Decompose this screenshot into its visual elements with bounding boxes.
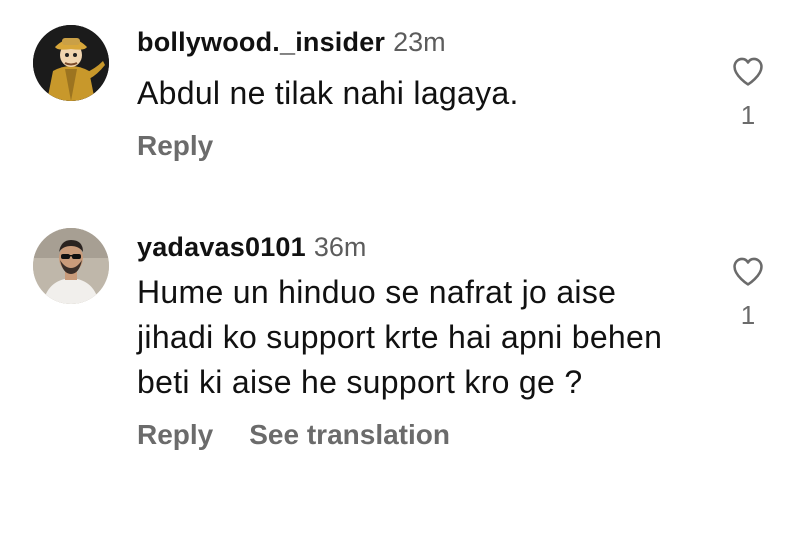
timestamp: 36m <box>313 232 367 262</box>
see-translation-button[interactable]: See translation <box>249 419 450 450</box>
username-link[interactable]: yadavas0101 <box>137 232 306 262</box>
comment-body: yadavas0101 36m Hume un hinduo se nafrat … <box>137 230 690 453</box>
heart-icon[interactable] <box>731 255 765 287</box>
heart-icon[interactable] <box>731 55 765 87</box>
comment-header: yadavas0101 36m <box>137 230 690 264</box>
like-control: 1 <box>728 55 768 130</box>
like-count: 1 <box>740 300 756 330</box>
comment-actions: Reply See translation <box>137 417 690 453</box>
avatar[interactable] <box>33 228 109 304</box>
like-control: 1 <box>728 255 768 330</box>
comment-item: bollywood._insider 23m Abdul ne tilak nah… <box>0 0 800 200</box>
avatar[interactable] <box>33 25 109 101</box>
comment-item: yadavas0101 36m Hume un hinduo se nafrat … <box>0 215 800 515</box>
comment-text: Hume un hinduo se nafrat jo aise jihadi … <box>137 274 663 400</box>
timestamp: 23m <box>393 27 446 57</box>
detective-avatar-icon <box>33 25 109 101</box>
reply-button[interactable]: Reply <box>137 130 213 161</box>
comment-actions: Reply <box>137 128 690 164</box>
username-link[interactable]: bollywood._insider <box>137 27 385 57</box>
comment-header: bollywood._insider 23m <box>137 25 690 59</box>
reply-button[interactable]: Reply <box>137 419 213 450</box>
comment-body: bollywood._insider 23m Abdul ne tilak nah… <box>137 25 690 164</box>
comment-text: Abdul ne tilak nahi lagaya. <box>137 75 519 111</box>
profile-photo-icon <box>33 228 109 304</box>
like-count: 1 <box>740 100 756 130</box>
